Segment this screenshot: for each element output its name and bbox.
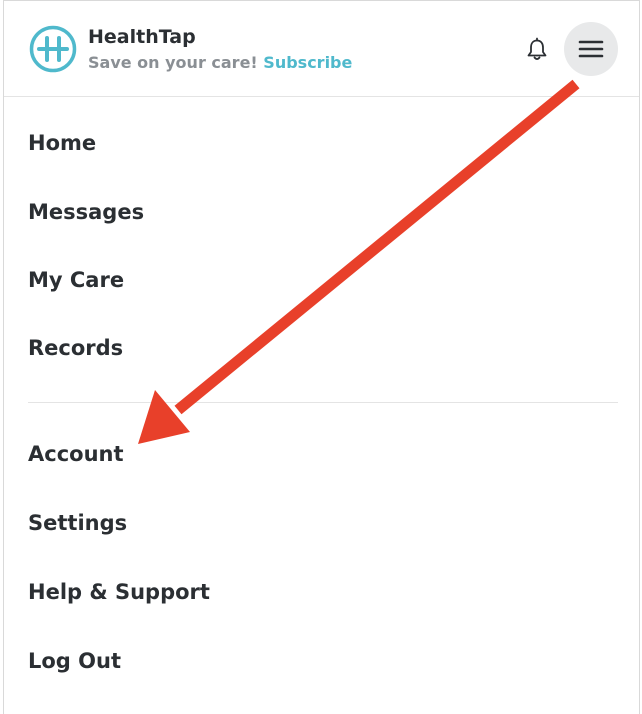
menu-item-messages[interactable]: Messages [28, 200, 144, 224]
menu-item-help-support[interactable]: Help & Support [28, 580, 210, 604]
hamburger-menu-icon [578, 40, 604, 58]
menu-item-account[interactable]: Account [28, 442, 124, 466]
menu-item-my-care[interactable]: My Care [28, 268, 124, 292]
tagline: Save on your care! Subscribe [88, 53, 352, 72]
brand-name: HealthTap [88, 26, 196, 48]
menu-item-settings[interactable]: Settings [28, 511, 127, 535]
subscribe-link[interactable]: Subscribe [263, 53, 352, 72]
menu-divider [28, 402, 618, 403]
app-frame: HealthTap Save on your care! Subscribe H… [3, 0, 640, 714]
bell-icon[interactable] [524, 37, 550, 63]
hamburger-menu-button[interactable] [564, 22, 618, 76]
tagline-text: Save on your care! [88, 53, 258, 72]
menu-item-home[interactable]: Home [28, 131, 96, 155]
menu-item-records[interactable]: Records [28, 336, 123, 360]
menu-item-log-out[interactable]: Log Out [28, 649, 121, 673]
healthtap-logo-icon[interactable] [29, 25, 77, 73]
app-header: HealthTap Save on your care! Subscribe [4, 1, 639, 97]
